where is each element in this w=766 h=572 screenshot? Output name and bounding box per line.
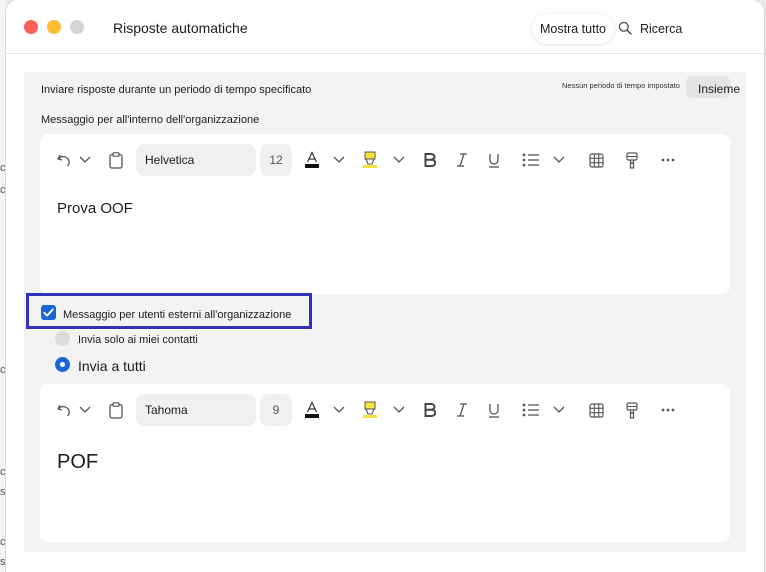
- bold-icon[interactable]: [420, 398, 440, 422]
- insieme-button-label[interactable]: Insieme: [698, 82, 740, 96]
- font-size-select[interactable]: 9: [260, 394, 292, 426]
- auto-replies-window: Risposte automatiche Mostra tutto Ricerc…: [6, 0, 764, 572]
- font-size-select[interactable]: 12: [260, 144, 292, 176]
- chevron-down-icon[interactable]: [552, 148, 566, 172]
- underline-icon[interactable]: [484, 148, 504, 172]
- internal-message-editor: Helvetica 12 Prova OOF: [40, 134, 730, 294]
- external-message-body[interactable]: POF: [57, 451, 98, 474]
- underline-icon[interactable]: [484, 398, 504, 422]
- external-format-toolbar: Tahoma 9: [40, 384, 730, 436]
- clipboard-icon[interactable]: [106, 398, 126, 422]
- close-window-button[interactable]: [24, 20, 38, 34]
- search-field[interactable]: Ricerca: [640, 22, 682, 36]
- search-icon[interactable]: [618, 21, 632, 35]
- internal-message-label: Messaggio per all'interno dell'organizza…: [41, 114, 260, 126]
- chevron-down-icon[interactable]: [332, 398, 346, 422]
- title-bar: Risposte automatiche Mostra tutto Ricerc…: [6, 0, 764, 54]
- radio-send-to-all[interactable]: [55, 357, 70, 372]
- italic-icon[interactable]: [452, 398, 472, 422]
- radio-contacts-only-label[interactable]: Invia solo ai miei contatti: [78, 334, 198, 346]
- chevron-down-icon[interactable]: [392, 398, 406, 422]
- highlighter-icon[interactable]: [360, 148, 380, 172]
- external-message-label[interactable]: Messaggio per utenti esterni all'organiz…: [63, 309, 291, 321]
- chevron-down-icon[interactable]: [392, 148, 406, 172]
- undo-icon[interactable]: [54, 398, 74, 422]
- font-color-icon[interactable]: [302, 148, 322, 172]
- chevron-down-icon[interactable]: [78, 398, 92, 422]
- radio-contacts-only[interactable]: [55, 331, 70, 346]
- font-family-select[interactable]: Helvetica: [136, 144, 256, 176]
- schedule-status: Nessun periodo di tempo impostato: [562, 81, 680, 90]
- font-family-select[interactable]: Tahoma: [136, 394, 256, 426]
- bullet-list-icon[interactable]: [520, 398, 542, 422]
- format-painter-icon[interactable]: [622, 398, 642, 422]
- zoom-window-button[interactable]: [70, 20, 84, 34]
- font-color-icon[interactable]: [302, 398, 322, 422]
- bold-icon[interactable]: [420, 148, 440, 172]
- window-title: Risposte automatiche: [113, 20, 248, 36]
- external-message-checkbox[interactable]: [41, 305, 56, 320]
- table-icon[interactable]: [586, 398, 606, 422]
- schedule-label: Inviare risposte durante un periodo di t…: [41, 84, 312, 96]
- minimize-window-button[interactable]: [47, 20, 61, 34]
- chevron-down-icon[interactable]: [552, 398, 566, 422]
- format-painter-icon[interactable]: [622, 148, 642, 172]
- clipboard-icon[interactable]: [106, 148, 126, 172]
- chevron-down-icon[interactable]: [332, 148, 346, 172]
- more-icon[interactable]: [658, 148, 678, 172]
- table-icon[interactable]: [586, 148, 606, 172]
- chevron-down-icon[interactable]: [78, 148, 92, 172]
- more-icon[interactable]: [658, 398, 678, 422]
- internal-message-body[interactable]: Prova OOF: [57, 200, 133, 217]
- italic-icon[interactable]: [452, 148, 472, 172]
- check-icon: [43, 308, 54, 317]
- bullet-list-icon[interactable]: [520, 148, 542, 172]
- external-message-editor: Tahoma 9 POF: [40, 384, 730, 542]
- undo-icon[interactable]: [54, 148, 74, 172]
- show-all-button[interactable]: Mostra tutto: [532, 14, 614, 44]
- highlighter-icon[interactable]: [360, 398, 380, 422]
- internal-format-toolbar: Helvetica 12: [40, 134, 730, 186]
- radio-send-to-all-label[interactable]: Invia a tutti: [78, 358, 146, 374]
